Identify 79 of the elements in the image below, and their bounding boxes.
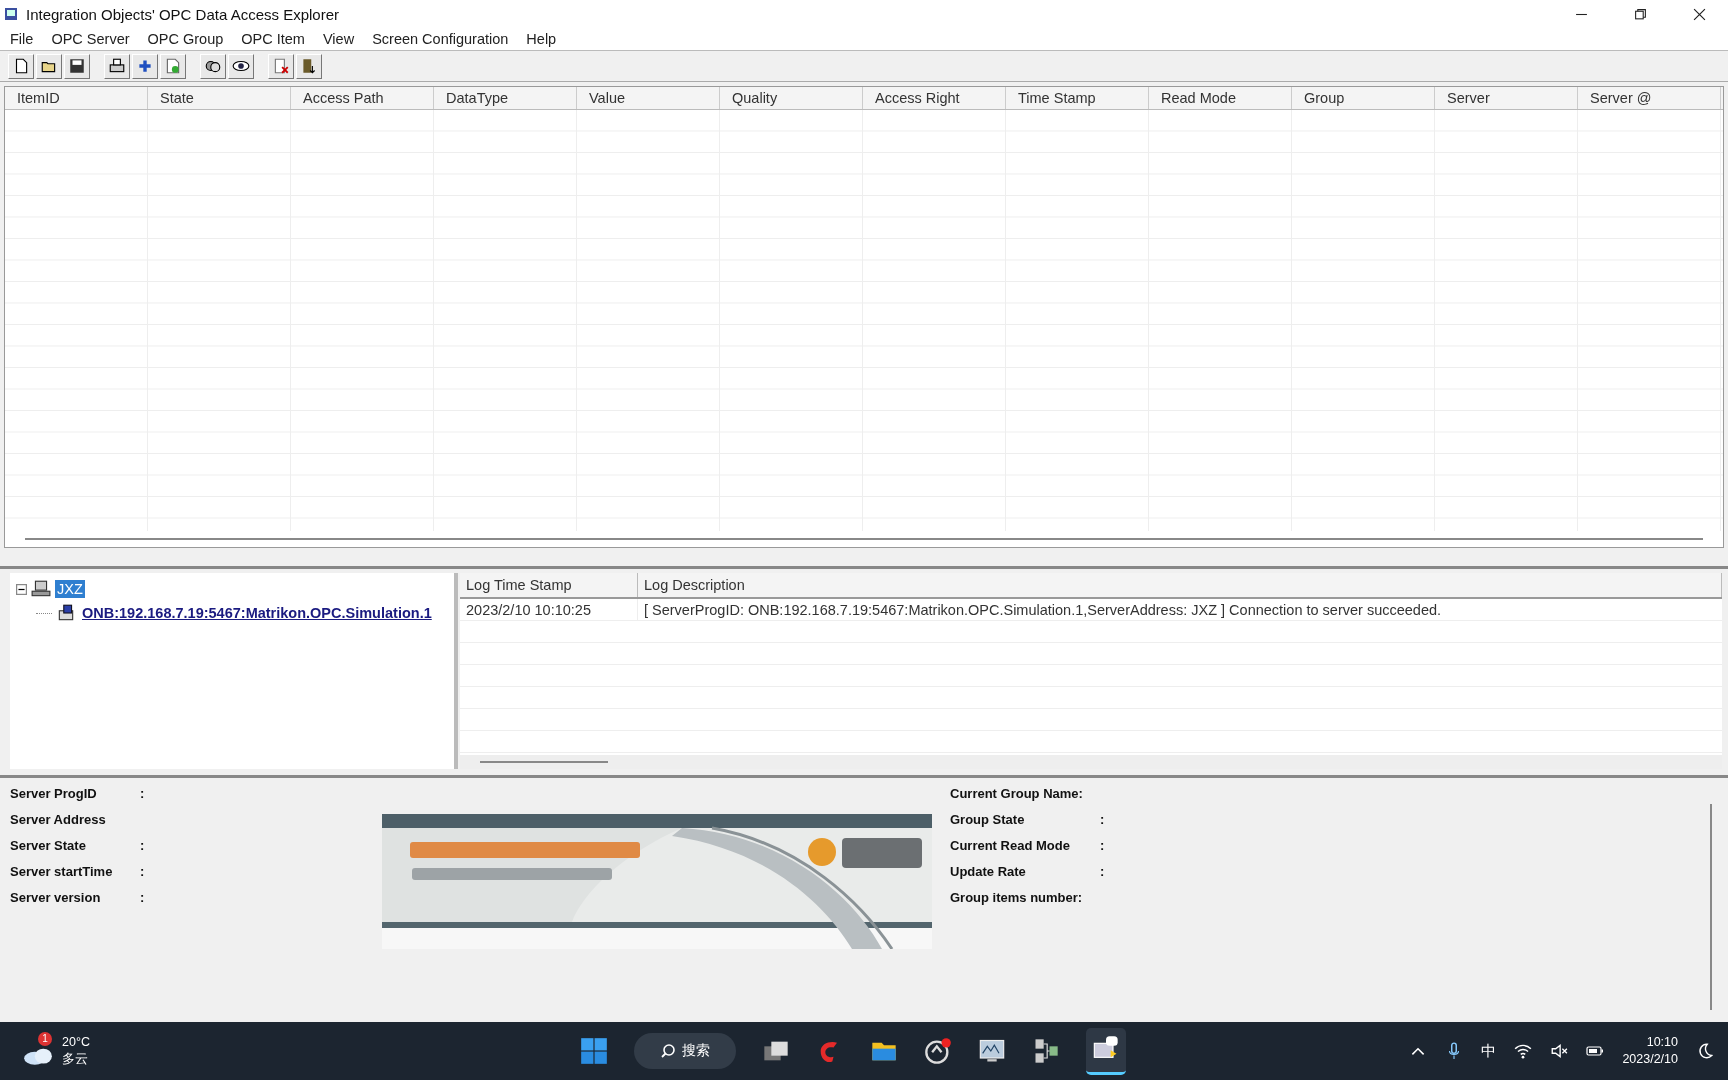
menu-item[interactable]: OPC Group — [147, 31, 224, 47]
column-header[interactable]: Group — [1292, 87, 1435, 109]
document-cross-icon — [272, 57, 290, 75]
app-icon[interactable] — [924, 1037, 952, 1065]
restore-icon[interactable] — [1634, 7, 1647, 21]
field-label: Group State — [950, 812, 1026, 829]
eye-button[interactable] — [228, 53, 254, 79]
column-header[interactable]: Value — [577, 87, 720, 109]
field-label: Update Rate — [950, 864, 1027, 881]
menu-item[interactable]: Screen Configuration — [372, 31, 509, 47]
column-header[interactable]: ItemID — [5, 87, 148, 109]
tree-node[interactable]: ONB:192.168.7.19:5467:Matrikon.OPC.Simulation.1 — [80, 604, 434, 622]
export-button[interactable] — [160, 53, 186, 79]
column-header[interactable]: Quality — [720, 87, 863, 109]
save-button[interactable] — [64, 53, 90, 79]
clock[interactable]: 10:10 2023/2/10 — [1622, 1034, 1678, 1068]
field-label: Server startTime — [10, 864, 114, 881]
connect-button[interactable] — [200, 53, 226, 79]
field-separator: : — [1100, 812, 1105, 829]
add-button[interactable] — [132, 53, 158, 79]
field-label: Current Read Mode — [950, 838, 1071, 855]
input-method-indicator[interactable]: 中 — [1481, 1041, 1497, 1061]
new-button[interactable] — [8, 53, 34, 79]
scrollbar-thumb[interactable] — [25, 538, 1703, 540]
field-separator: : — [140, 786, 145, 803]
collapse-icon[interactable] — [16, 583, 27, 595]
column-header[interactable]: Access Right — [863, 87, 1006, 109]
field-label: Group items number: — [950, 890, 1084, 907]
field-label: Current Group Name: — [950, 786, 1084, 803]
menu-item[interactable]: OPC Server — [51, 31, 130, 47]
weather-text: 多云 — [62, 1051, 89, 1068]
tree-node[interactable]: JXZ — [55, 580, 85, 598]
column-header[interactable]: DataType — [434, 87, 577, 109]
field-label: Server Address — [10, 812, 107, 829]
field-separator: : — [1100, 838, 1105, 855]
column-header[interactable]: Time Stamp — [1006, 87, 1149, 109]
field-separator: : — [140, 890, 145, 907]
temperature-text: 20°C — [62, 1034, 90, 1051]
print-button[interactable] — [104, 53, 130, 79]
menu-item[interactable]: File — [10, 31, 34, 47]
delete-button[interactable] — [268, 53, 294, 79]
column-header[interactable]: Read Mode — [1149, 87, 1292, 109]
computer-icon — [31, 580, 51, 598]
menu-item[interactable]: View — [322, 31, 355, 47]
exit-button[interactable] — [296, 53, 322, 79]
moon-icon[interactable] — [1696, 1042, 1714, 1060]
scrollbar-thumb[interactable] — [480, 761, 608, 763]
field-separator: : — [140, 838, 145, 855]
open-button[interactable] — [36, 53, 62, 79]
menu-item[interactable]: OPC Item — [241, 31, 305, 47]
field-label: Server State — [10, 838, 87, 855]
menu-item[interactable]: Help — [526, 31, 557, 47]
app-icon — [4, 7, 18, 21]
printer-icon — [108, 57, 126, 75]
close-icon[interactable] — [1693, 7, 1706, 21]
field-separator: : — [140, 864, 145, 881]
field-separator: : — [1100, 864, 1105, 881]
column-header[interactable]: Server — [1435, 87, 1578, 109]
window-title: Integration Objects' OPC Data Access Explorer — [26, 5, 340, 23]
table-cell-text: [ ServerProgID: ONB:192.168.7.19:5467:Matrikon.OPC.Simulation.1,ServerAddress: JXZ ] Connection to server succeeded. — [643, 602, 1443, 618]
search-icon — [660, 1043, 676, 1059]
server-icon — [56, 604, 76, 622]
speaker-muted-icon[interactable] — [1550, 1042, 1569, 1060]
door-icon — [300, 57, 318, 75]
search-button[interactable]: 搜索 — [634, 1033, 736, 1069]
table-cell: 2023/2/10 10:10:25 — [460, 599, 638, 621]
column-header[interactable]: Access Path — [291, 87, 434, 109]
document-icon — [164, 57, 182, 75]
column-header[interactable]: Server @ — [1578, 87, 1721, 109]
field-label: Server ProgID — [10, 786, 98, 803]
field-label: Server version — [10, 890, 102, 907]
monitor-icon[interactable] — [978, 1037, 1006, 1065]
column-header[interactable]: Log Description — [638, 573, 1722, 597]
start-icon[interactable] — [580, 1037, 608, 1065]
column-header[interactable]: Log Time Stamp — [460, 573, 638, 597]
column-header[interactable]: State — [148, 87, 291, 109]
wifi-icon[interactable] — [1514, 1042, 1533, 1060]
notification-badge: 1 — [38, 1032, 52, 1046]
plus-icon — [136, 57, 154, 75]
